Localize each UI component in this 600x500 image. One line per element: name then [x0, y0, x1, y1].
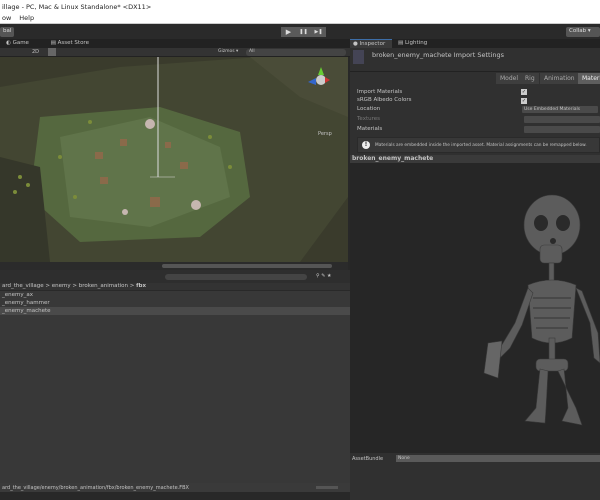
location-dropdown[interactable]: Use Embedded Materials: [522, 106, 598, 113]
assetbundle-dropdown[interactable]: None: [396, 455, 600, 462]
assetbundle-label: AssetBundle: [352, 456, 384, 462]
gizmos-dropdown[interactable]: Gizmos ▾: [218, 49, 238, 54]
import-materials-label: Import Materials: [357, 89, 403, 95]
list-item[interactable]: _enemy_machete: [0, 307, 350, 315]
orientation-gizmo[interactable]: [304, 65, 334, 95]
project-list: _enemy_ax _enemy_hammer _enemy_machete: [0, 291, 350, 483]
tab-lighting[interactable]: ▤ Lighting: [398, 40, 427, 46]
collab-button[interactable]: Collab ▾: [566, 27, 600, 37]
srgb-checkbox[interactable]: ✓: [521, 98, 527, 104]
scene-tabs: ◐ Game ▤ Asset Store: [0, 39, 350, 48]
play-button[interactable]: ▶: [281, 27, 296, 37]
scene-view[interactable]: Persp: [0, 57, 348, 262]
subtab-rig[interactable]: Rig: [521, 73, 539, 84]
scene-search[interactable]: All: [246, 49, 346, 56]
2d-toggle[interactable]: 2D: [32, 49, 39, 55]
textures-button[interactable]: [524, 116, 600, 123]
breadcrumb: ard_the_village > enemy > broken_animati…: [0, 283, 350, 291]
list-item[interactable]: _enemy_ax: [0, 291, 350, 299]
tab-game[interactable]: ◐ Game: [6, 40, 39, 46]
project-toolbar: ⚲ ✎ ★: [0, 270, 350, 283]
menu-window[interactable]: ow: [2, 14, 11, 22]
materials-button[interactable]: [524, 126, 600, 133]
inspector-title: broken_enemy_machete Import Settings: [372, 51, 504, 59]
tab-inspector[interactable]: ● Inspector: [350, 39, 392, 48]
crumb[interactable]: ard_the_village: [2, 283, 44, 289]
tab-asset-store[interactable]: ▤ Asset Store: [51, 40, 99, 46]
scene-toolbar: 2D Gizmos ▾ All: [0, 48, 350, 57]
crumb[interactable]: fbx: [136, 283, 146, 289]
project-search[interactable]: [165, 274, 307, 280]
subtab-materials[interactable]: Materials: [578, 73, 600, 84]
srgb-label: sRGB Albedo Colors: [357, 97, 412, 103]
zoom-slider[interactable]: [316, 486, 338, 489]
list-item[interactable]: _enemy_hammer: [0, 299, 350, 307]
window-title: illage - PC, Mac & Linux Standalone* <DX…: [0, 0, 600, 12]
terrain-render: [0, 57, 348, 262]
info-icon: !: [362, 141, 370, 149]
textures-label: Textures: [357, 116, 380, 122]
persp-label[interactable]: Persp: [318, 131, 332, 137]
location-label: Location: [357, 106, 381, 112]
skeleton-model: [483, 194, 600, 426]
model-preview[interactable]: [350, 163, 600, 453]
step-button[interactable]: ▶❚: [311, 27, 326, 37]
menu-bar: ow Help: [0, 12, 600, 24]
preview-title: broken_enemy_machete: [350, 155, 600, 163]
filter-icon[interactable]: ⚲ ✎ ★: [316, 273, 332, 279]
model-thumbnail: [353, 50, 364, 64]
subtab-model[interactable]: Model: [496, 73, 523, 84]
subtab-animation[interactable]: Animation: [540, 73, 579, 84]
pause-button[interactable]: ❚❚: [296, 27, 311, 37]
asset-path: ard_the_village/enemy/broken_animation/f…: [0, 483, 350, 492]
info-text: Materials are embedded inside the import…: [375, 143, 587, 148]
materials-label: Materials: [357, 126, 383, 132]
info-box: ! Materials are embedded inside the impo…: [357, 137, 600, 153]
crumb[interactable]: enemy: [52, 283, 71, 289]
import-materials-checkbox[interactable]: ✓: [521, 89, 527, 95]
menu-help[interactable]: Help: [19, 14, 34, 22]
global-toggle[interactable]: bal: [0, 27, 15, 37]
crumb[interactable]: broken_animation: [79, 283, 128, 289]
lighting-toggle[interactable]: [48, 48, 56, 56]
scene-scrollbar[interactable]: [0, 262, 348, 270]
